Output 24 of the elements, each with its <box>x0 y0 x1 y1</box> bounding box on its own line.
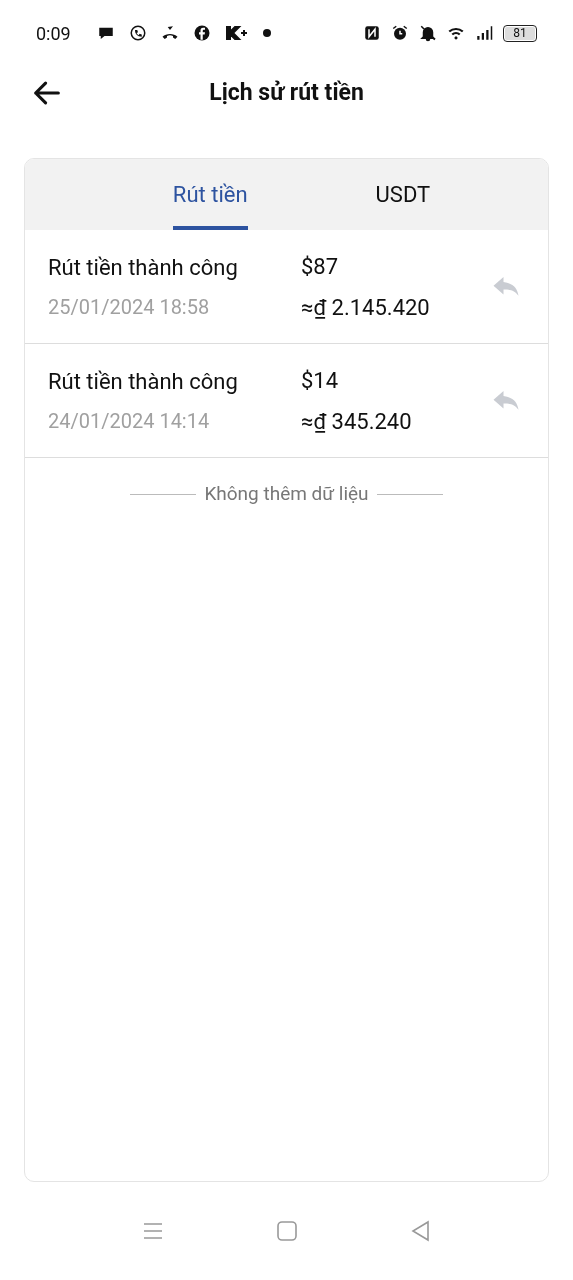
signal-icon <box>475 24 493 42</box>
home-square-icon[interactable] <box>274 1219 299 1243</box>
missed-call-icon <box>160 24 179 42</box>
page-title: Lịch sử rút tiền <box>209 77 364 108</box>
status-time: 0:09 <box>36 21 71 46</box>
muted-bell-icon <box>419 24 437 42</box>
tab[interactable]: Rút tiền <box>172 159 248 230</box>
end-of-list-text: Không thêm dữ liệu <box>204 481 369 507</box>
amount-usd: $14 <box>301 366 340 395</box>
status-text: Rút tiền thành công <box>48 254 239 282</box>
amount-vnd: ≈₫ 345.240 <box>301 407 413 436</box>
app-logo-icon <box>224 25 249 41</box>
alarm-icon <box>391 24 409 42</box>
nfc-icon <box>363 24 381 42</box>
status-text: Rút tiền thành công <box>48 368 239 396</box>
facebook-icon <box>192 24 211 42</box>
notification-dot-icon <box>262 29 271 37</box>
battery-indicator: 81 <box>503 24 537 42</box>
amount-usd: $87 <box>301 252 340 281</box>
date-time: 25/01/2024 18:58 <box>48 294 211 321</box>
date-time: 24/01/2024 14:14 <box>48 408 211 435</box>
amount-vnd: ≈₫ 2.145.420 <box>301 293 431 322</box>
phone-chat-icon <box>128 24 147 42</box>
tab[interactable]: USDT <box>375 159 431 230</box>
